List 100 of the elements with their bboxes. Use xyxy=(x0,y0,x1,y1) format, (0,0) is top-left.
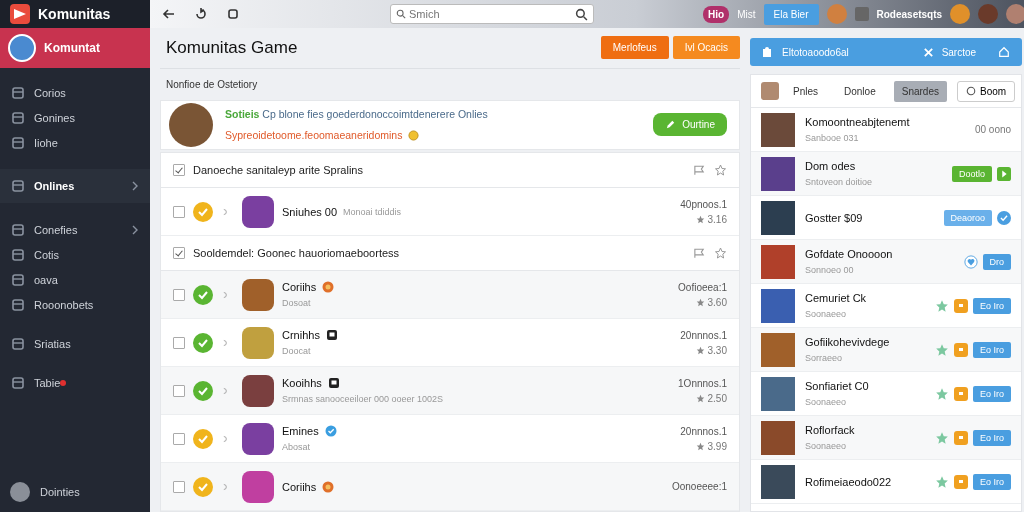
rating: 3.30 xyxy=(707,344,727,356)
photo-placeholder xyxy=(761,156,795,191)
square-icon xyxy=(12,248,24,261)
checkbox[interactable] xyxy=(173,480,185,493)
play-icon[interactable] xyxy=(997,166,1012,181)
star-icon[interactable] xyxy=(935,430,950,445)
user-item[interactable]: Komuntat xyxy=(0,28,150,68)
search-field[interactable]: Smich xyxy=(390,4,594,24)
photo-placeholder xyxy=(242,374,274,407)
panel-tab[interactable]: Donloe xyxy=(836,80,884,102)
game-row[interactable]: Kooihhs Srmnas sanooceeiloer 000 ooeer 1002S 1Onnnos.1 2.50 xyxy=(161,367,739,415)
item-title: Gofdate Onoooon xyxy=(805,248,894,260)
flag-icon[interactable] xyxy=(693,164,706,176)
photo-placeholder xyxy=(761,244,795,279)
player-count: 40pnoos.1 xyxy=(680,198,727,210)
checkbox[interactable] xyxy=(173,336,185,349)
pencil-icon xyxy=(665,119,677,131)
refresh-icon[interactable] xyxy=(194,7,208,21)
checkbox[interactable] xyxy=(173,432,185,445)
game-name: Crnihhs xyxy=(282,329,320,341)
square-icon xyxy=(12,111,24,124)
panel-tab[interactable]: Snardes xyxy=(893,80,947,102)
photo-placeholder xyxy=(242,326,274,359)
star-icon[interactable] xyxy=(935,386,950,401)
game-subtitle: Dosoat xyxy=(282,298,312,308)
star-icon[interactable] xyxy=(714,164,727,176)
star-icon[interactable] xyxy=(935,298,950,313)
checkbox[interactable] xyxy=(173,384,185,397)
tab-button[interactable]: Boom xyxy=(956,80,1016,102)
star-icon[interactable] xyxy=(714,247,727,259)
square-icon xyxy=(12,136,24,149)
game-name: Emines xyxy=(282,425,319,437)
game-subtitle: Srmnas sanooceeiloer 000 ooeer 1002S xyxy=(282,394,445,404)
game-row[interactable]: Coriihs Dosoat Oofioeea:1 3.60 xyxy=(161,271,739,319)
sidebar-item[interactable]: Conefies xyxy=(0,217,150,242)
sidebar-item[interactable]: Cotis xyxy=(0,242,150,267)
panel-item[interactable]: Gofdate Onoooon Sonnoeo 00 Dro xyxy=(751,240,1022,284)
game-subtitle: Abosat xyxy=(282,442,312,452)
star-icon xyxy=(695,345,705,355)
star-icon[interactable] xyxy=(935,474,950,489)
checkbox[interactable] xyxy=(173,164,185,176)
item-subtitle: Soonaeeo xyxy=(805,441,848,451)
item-subtitle: Sntoveon doitioe xyxy=(805,177,874,187)
panel-item[interactable]: Dom odes Sntoveon doitioe Dootlo xyxy=(751,152,1022,196)
player-count: 20nnnos.1 xyxy=(680,425,727,437)
panel-item[interactable]: Rofimeiaeodo022 Eo Iro xyxy=(751,460,1022,504)
star-icon[interactable] xyxy=(935,342,950,357)
chevron-icon xyxy=(132,224,138,235)
footer-item[interactable]: Dointies xyxy=(0,472,150,512)
square-icon xyxy=(12,180,24,192)
photo-placeholder xyxy=(761,112,795,147)
section-title: Sooldemdel: Goonec hauoriomaeboortess xyxy=(193,247,401,259)
coin-icon xyxy=(408,129,420,141)
player-count: 1Onnnos.1 xyxy=(678,377,727,389)
sidebar-item[interactable]: Rooonobets xyxy=(0,292,150,317)
featured-note: Sypreoidetoome.feoomaeaneridomins xyxy=(225,129,403,142)
rating: 3.60 xyxy=(707,296,727,308)
flag-icon[interactable] xyxy=(693,247,706,259)
back-icon[interactable] xyxy=(162,7,176,21)
rating: 3.16 xyxy=(707,213,727,225)
game-name: Sniuhes 00 xyxy=(282,205,338,218)
panel-item[interactable]: Gofiikohevivdege Sorraeeo Eo Iro xyxy=(751,328,1022,372)
sidebar-item[interactable]: Onlines xyxy=(0,169,150,203)
game-row[interactable]: Sniuhes 00 Monoai tdiddis 40pnoos.1 3.16 xyxy=(161,188,739,236)
page-title: Komunitas Game xyxy=(166,37,298,58)
game-row[interactable]: Coriihs Oonoeeee:1 xyxy=(161,463,739,511)
panel-tab[interactable]: Pnles xyxy=(785,80,826,102)
square-icon xyxy=(327,377,340,389)
player-count: Oonoeeee:1 xyxy=(671,481,727,492)
checkbox[interactable] xyxy=(173,247,185,259)
square-icon xyxy=(12,86,24,99)
item-title: Dom odes xyxy=(805,160,857,172)
square-icon xyxy=(12,298,24,311)
star-icon xyxy=(695,393,705,403)
sidebar-item[interactable]: Corios xyxy=(0,80,150,105)
star-icon xyxy=(695,441,705,451)
home-icon[interactable] xyxy=(998,46,1011,58)
game-name: Coriihs xyxy=(282,281,317,293)
square-icon[interactable] xyxy=(226,7,240,21)
check-icon[interactable] xyxy=(997,210,1012,225)
rating: 2.50 xyxy=(707,392,727,404)
sidebar-item[interactable]: Iiohe xyxy=(0,130,150,155)
panel-title: Eltotoaoodo6al xyxy=(782,46,850,58)
item-title: Gofiikohevivdege xyxy=(805,336,891,348)
checkbox[interactable] xyxy=(173,288,185,301)
sidebar-item[interactable]: oava xyxy=(0,267,150,292)
rating: 3.99 xyxy=(707,440,727,452)
star-icon xyxy=(695,297,705,307)
sidebar-item[interactable]: Gonines xyxy=(0,105,150,130)
panel-item[interactable]: Roflorfack Soonaeeo Eo Iro xyxy=(751,416,1022,460)
cross-icon xyxy=(922,46,934,58)
item-time: 00 oono xyxy=(974,124,1012,135)
live-badge[interactable]: Hio xyxy=(703,5,730,23)
checkbox[interactable] xyxy=(173,205,185,218)
game-name: Kooihhs xyxy=(282,377,322,389)
username[interactable]: Rodeasetsqts xyxy=(876,8,943,20)
sidebar-item[interactable]: Tabie xyxy=(0,370,150,395)
square-icon xyxy=(12,223,24,236)
sidebar-item[interactable]: Sriatias xyxy=(0,331,150,356)
item-subtitle: Soonaeeo xyxy=(805,309,848,319)
